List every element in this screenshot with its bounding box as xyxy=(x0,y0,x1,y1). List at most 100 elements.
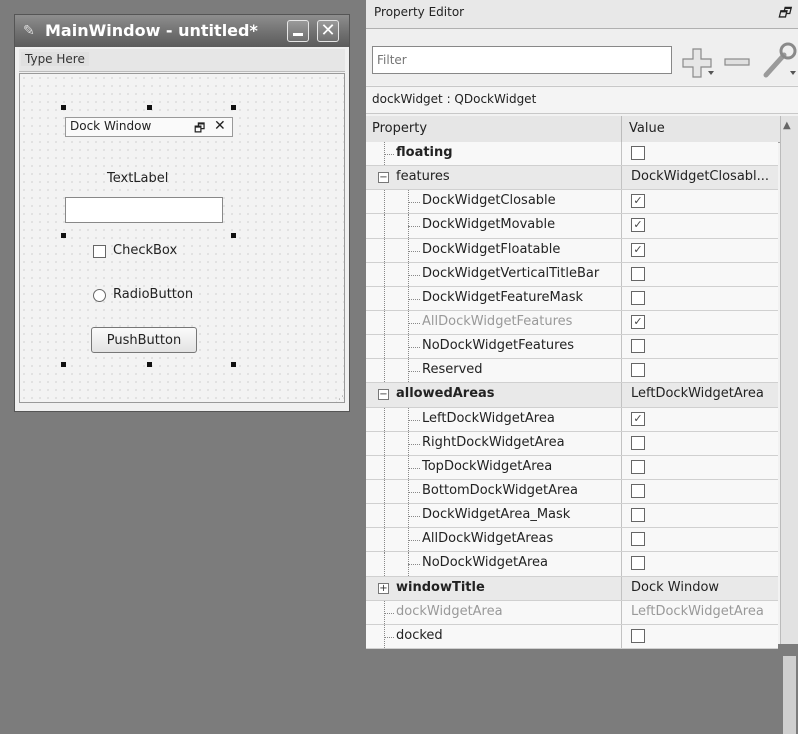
column-header-property[interactable]: Property xyxy=(366,116,622,142)
property-name-cell[interactable]: LeftDockWidgetArea xyxy=(366,407,622,431)
property-value-cell[interactable]: LeftDockWidgetArea xyxy=(623,383,778,406)
vertical-scrollbar[interactable]: ▲ xyxy=(780,116,798,734)
value-checkbox[interactable] xyxy=(631,459,645,474)
property-name-cell[interactable]: dockWidgetArea xyxy=(366,600,622,624)
value-checkbox[interactable] xyxy=(631,266,645,281)
selection-handle-mr[interactable] xyxy=(231,233,236,238)
minus-icon[interactable] xyxy=(722,45,752,79)
property-value-cell[interactable]: DockWidgetClosabl... xyxy=(623,166,778,189)
menu-type-here-placeholder[interactable]: Type Here xyxy=(21,52,89,66)
property-name-cell[interactable]: RightDockWidgetArea xyxy=(366,431,622,455)
property-row[interactable]: RightDockWidgetArea xyxy=(366,431,778,456)
value-checkbox[interactable] xyxy=(631,339,645,354)
menu-bar[interactable]: Type Here xyxy=(19,49,345,72)
property-row[interactable]: DockWidgetFloatable ✓ xyxy=(366,238,778,263)
selection-handle-bl[interactable] xyxy=(61,362,66,367)
value-checkbox[interactable]: ✓ xyxy=(631,242,645,257)
property-name-cell[interactable]: docked xyxy=(366,624,622,648)
property-row[interactable]: AllDockWidgetFeatures ✓ xyxy=(366,310,778,336)
property-name-cell[interactable]: NoDockWidgetArea xyxy=(366,552,622,576)
property-value-cell[interactable]: ✓ xyxy=(623,190,778,213)
filter-input[interactable] xyxy=(372,46,672,74)
property-row[interactable]: Reserved xyxy=(366,359,778,384)
radio-circle[interactable] xyxy=(93,289,106,302)
property-row[interactable]: − features DockWidgetClosabl... xyxy=(366,166,778,191)
property-row[interactable]: BottomDockWidgetArea xyxy=(366,479,778,505)
property-row[interactable]: DockWidgetMovable ✓ xyxy=(366,214,778,239)
value-checkbox[interactable] xyxy=(631,363,645,378)
property-name-cell[interactable]: AllDockWidgetAreas xyxy=(366,528,622,552)
property-value-cell[interactable] xyxy=(623,335,778,358)
property-value-cell[interactable] xyxy=(623,359,778,382)
property-value-cell[interactable]: ✓ xyxy=(623,311,778,334)
property-editor-header[interactable]: Property Editor 🗗 xyxy=(366,0,798,29)
property-row[interactable]: dockWidgetArea LeftDockWidgetArea xyxy=(366,600,778,625)
property-name-cell[interactable]: AllDockWidgetFeatures xyxy=(366,310,622,335)
property-value-cell[interactable] xyxy=(623,456,778,479)
property-value-cell[interactable] xyxy=(623,528,778,551)
property-row[interactable]: + windowTitle Dock Window xyxy=(366,576,778,601)
property-row[interactable]: DockWidgetArea_Mask xyxy=(366,504,778,529)
line-edit-widget[interactable] xyxy=(65,197,223,223)
property-value-cell[interactable]: ✓ xyxy=(623,239,778,262)
close-icon[interactable]: ✕ xyxy=(214,118,226,134)
dock-widget-titlebar[interactable]: Dock Window 🗗 ✕ xyxy=(65,117,233,137)
property-value-cell[interactable]: ✓ xyxy=(623,408,778,431)
selection-handle-tl[interactable] xyxy=(61,105,66,110)
property-name-cell[interactable]: floating xyxy=(366,142,622,166)
property-row[interactable]: DockWidgetClosable ✓ xyxy=(366,190,778,215)
value-checkbox[interactable] xyxy=(631,628,645,643)
property-row[interactable]: DockWidgetVerticalTitleBar xyxy=(366,262,778,287)
value-checkbox[interactable] xyxy=(631,532,645,547)
float-window-icon[interactable]: 🗗 xyxy=(778,4,790,26)
value-checkbox[interactable] xyxy=(631,146,645,160)
push-button-widget[interactable]: PushButton xyxy=(91,327,197,353)
property-name-cell[interactable]: DockWidgetFloatable xyxy=(366,238,622,262)
property-name-cell[interactable]: NoDockWidgetFeatures xyxy=(366,335,622,359)
minimize-button[interactable] xyxy=(287,20,309,42)
plus-icon[interactable] xyxy=(680,45,716,79)
property-name-cell[interactable]: DockWidgetClosable xyxy=(366,190,622,214)
selection-handle-br[interactable] xyxy=(231,362,236,367)
scroll-up-arrow-icon[interactable]: ▲ xyxy=(783,120,791,131)
close-window-button[interactable]: ✕ xyxy=(317,20,339,42)
size-grip-icon[interactable]: ⋰ xyxy=(335,395,347,407)
property-value-cell[interactable] xyxy=(623,432,778,455)
property-value-cell[interactable] xyxy=(623,287,778,310)
property-name-cell[interactable]: DockWidgetMovable xyxy=(366,214,622,238)
property-name-cell[interactable]: DockWidgetFeatureMask xyxy=(366,286,622,310)
property-value-cell[interactable] xyxy=(623,625,778,648)
property-row[interactable]: TopDockWidgetArea xyxy=(366,455,778,480)
designer-main-window[interactable]: ✎ MainWindow - untitled* ✕ Type Here Doc… xyxy=(14,14,350,412)
checkbox-square[interactable] xyxy=(93,245,106,258)
collapse-icon[interactable]: − xyxy=(378,172,389,184)
selection-handle-ml[interactable] xyxy=(61,233,66,238)
property-value-cell[interactable]: ✓ xyxy=(623,214,778,237)
property-row[interactable]: NoDockWidgetArea xyxy=(366,552,778,577)
value-checkbox[interactable] xyxy=(631,483,645,498)
property-value-cell[interactable] xyxy=(623,263,778,286)
property-name-cell[interactable]: Reserved xyxy=(366,359,622,383)
selection-handle-tc[interactable] xyxy=(147,105,152,110)
value-checkbox[interactable]: ✓ xyxy=(631,218,645,233)
property-name-cell[interactable]: − features xyxy=(366,166,622,190)
property-row[interactable]: LeftDockWidgetArea ✓ xyxy=(366,407,778,432)
property-name-cell[interactable]: BottomDockWidgetArea xyxy=(366,479,622,504)
expand-icon[interactable]: + xyxy=(378,582,389,594)
scrollbar-thumb[interactable] xyxy=(783,656,796,734)
property-value-cell[interactable] xyxy=(623,552,778,575)
collapse-icon[interactable]: − xyxy=(378,389,389,401)
property-row[interactable]: docked xyxy=(366,624,778,649)
value-checkbox[interactable] xyxy=(631,556,645,571)
property-value-cell[interactable] xyxy=(623,504,778,527)
wrench-icon[interactable] xyxy=(760,41,798,81)
value-checkbox[interactable] xyxy=(631,435,645,450)
property-value-cell[interactable]: Dock Window xyxy=(623,577,778,600)
property-row[interactable]: DockWidgetFeatureMask xyxy=(366,286,778,311)
text-label-widget[interactable]: TextLabel xyxy=(107,171,168,186)
property-name-cell[interactable]: TopDockWidgetArea xyxy=(366,455,622,479)
property-name-cell[interactable]: DockWidgetArea_Mask xyxy=(366,504,622,528)
value-checkbox[interactable]: ✓ xyxy=(631,194,645,209)
column-header-value[interactable]: Value xyxy=(623,116,778,142)
property-value-cell[interactable]: LeftDockWidgetArea xyxy=(623,601,778,624)
